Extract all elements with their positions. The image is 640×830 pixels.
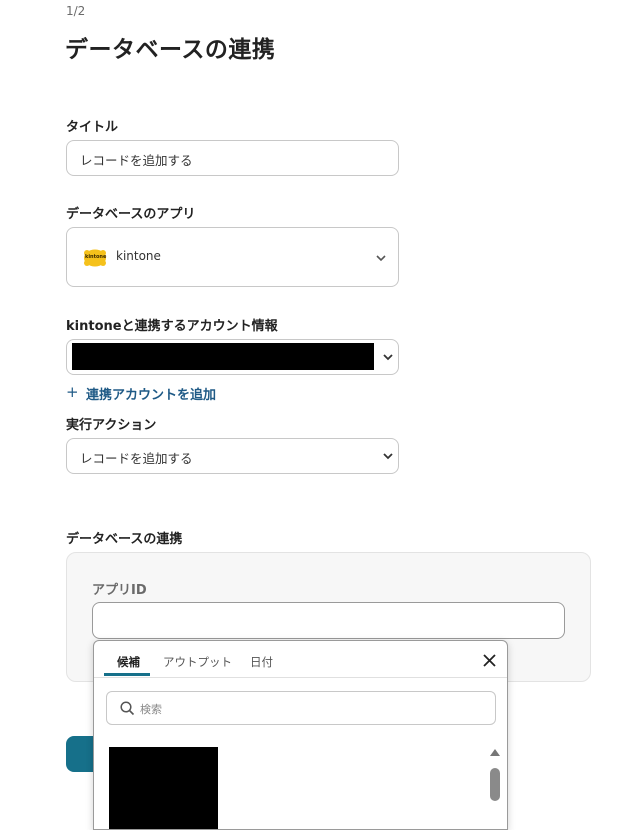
add-account-text: 連携アカウントを追加	[86, 388, 217, 403]
popup-scrollbar[interactable]	[489, 739, 501, 829]
suggestion-popup: 候補 アウトプット 日付 検索	[93, 640, 508, 830]
app-id-label: アプリID	[92, 583, 147, 598]
redacted-candidates	[109, 747, 218, 829]
close-icon[interactable]	[483, 654, 496, 667]
app-id-input[interactable]	[92, 602, 565, 639]
popup-search-input[interactable]: 検索	[106, 691, 496, 725]
account-select[interactable]	[66, 339, 399, 375]
action-select-value: レコードを追加する	[80, 451, 193, 466]
chevron-down-icon	[383, 354, 393, 361]
title-input-value: レコードを追加する	[80, 153, 193, 168]
page-title: データベースの連携	[65, 37, 276, 63]
redacted-account	[72, 343, 374, 370]
app-select-value: kintone	[116, 249, 161, 263]
title-input[interactable]: レコードを追加する	[66, 140, 399, 176]
app-label: データベースのアプリ	[66, 207, 196, 222]
tab-output[interactable]: アウトプット	[163, 654, 232, 670]
title-label: タイトル	[66, 120, 119, 135]
db-section-label: データベースの連携	[66, 532, 183, 547]
tab-candidates[interactable]: 候補	[117, 654, 140, 670]
plus-icon: +	[66, 383, 79, 401]
scroll-up-icon[interactable]	[489, 747, 501, 757]
action-select[interactable]: レコードを追加する	[66, 438, 399, 474]
kintone-logo-text: kintone	[85, 254, 107, 260]
chevron-down-icon	[383, 453, 393, 460]
next-button[interactable]	[66, 736, 96, 772]
scrollbar-thumb[interactable]	[490, 768, 500, 801]
active-tab-indicator	[104, 673, 150, 676]
action-label: 実行アクション	[66, 418, 157, 433]
search-icon	[120, 701, 135, 716]
kintone-logo: kintone	[83, 249, 107, 267]
app-select[interactable]: kintone kintone	[66, 227, 399, 287]
account-label: kintoneと連携するアカウント情報	[66, 319, 278, 334]
step-indicator: 1/2	[66, 4, 86, 18]
popup-tabs: 候補 アウトプット 日付	[94, 641, 507, 678]
search-placeholder: 検索	[140, 703, 162, 716]
chevron-down-icon	[376, 255, 386, 262]
tab-date[interactable]: 日付	[250, 654, 273, 670]
